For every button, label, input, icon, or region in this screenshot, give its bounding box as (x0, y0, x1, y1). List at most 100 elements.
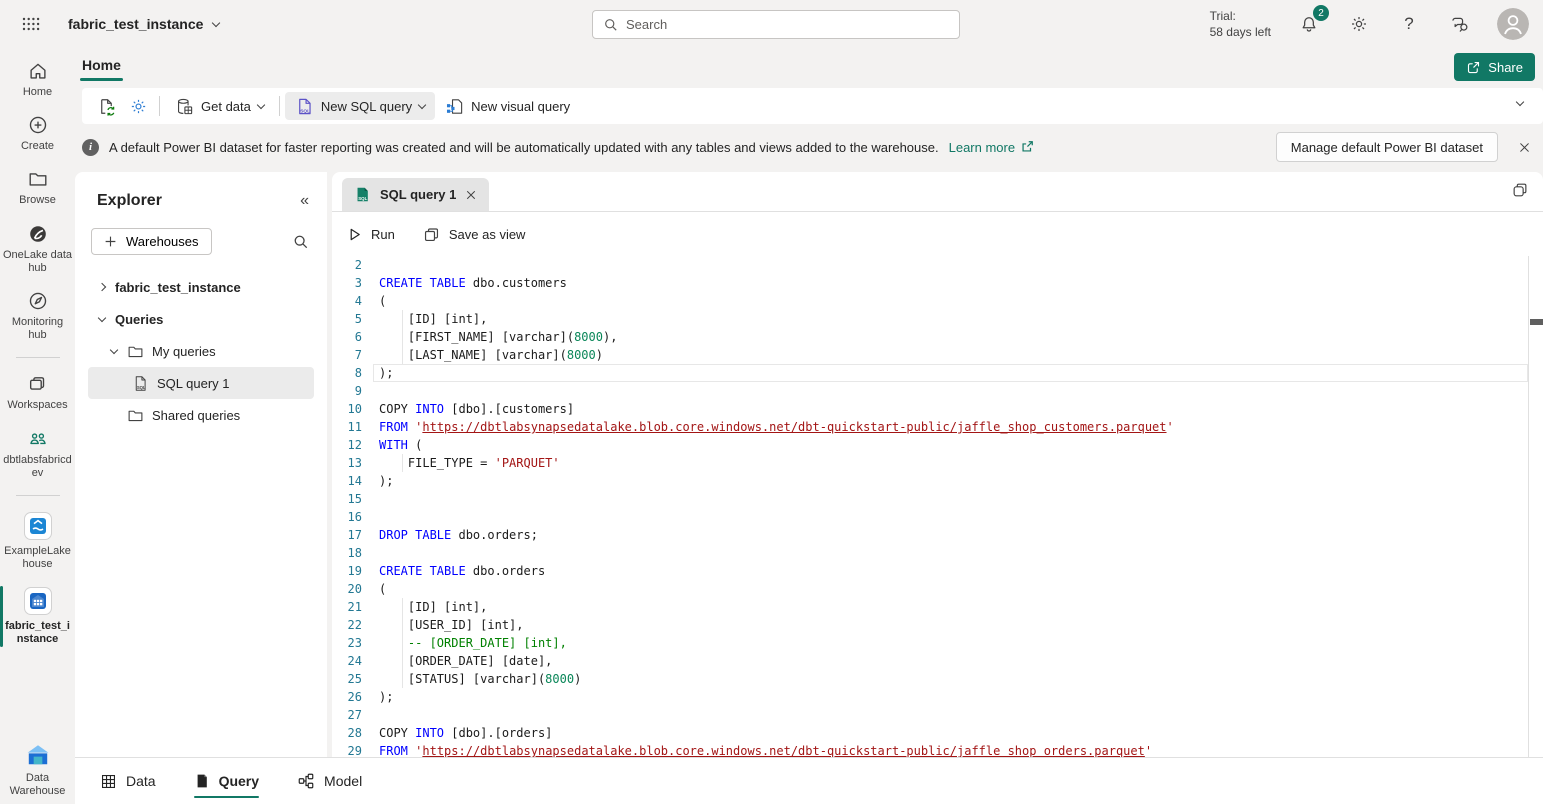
code-line-10[interactable]: 10COPY INTO [dbo].[customers] (332, 400, 1528, 418)
notifications-button[interactable]: 2 (1297, 12, 1321, 36)
workspace-name: fabric_test_instance (68, 16, 203, 32)
new-visual-query-button[interactable]: New visual query (435, 92, 580, 120)
code-line-4[interactable]: 4( (332, 292, 1528, 310)
tab-sql-query-1[interactable]: SQL SQL query 1 (342, 178, 489, 211)
code-line-6[interactable]: 6 [FIRST_NAME] [varchar](8000), (332, 328, 1528, 346)
view-tab-model[interactable]: Model (297, 758, 362, 804)
close-tab-icon[interactable] (465, 189, 477, 201)
tree-item-sql-query-1[interactable]: SQLSQL query 1 (88, 367, 314, 399)
toolbar-expand-chevron-icon[interactable] (1516, 98, 1524, 106)
settings-button[interactable] (1347, 12, 1371, 36)
manage-dataset-button[interactable]: Manage default Power BI dataset (1276, 132, 1498, 162)
feedback-icon (1449, 14, 1470, 35)
chevron-down-icon[interactable] (96, 318, 108, 321)
chevron-right-icon[interactable] (96, 284, 108, 290)
rail-item-data-warehouse[interactable]: Data Warehouse (0, 742, 75, 798)
code-line-22[interactable]: 22 [USER_ID] [int], (332, 616, 1528, 634)
code-line-26[interactable]: 26); (332, 688, 1528, 706)
explorer-search-icon[interactable] (292, 233, 309, 250)
workspaces-icon (27, 373, 49, 395)
code-text: WITH ( (379, 436, 422, 454)
add-warehouses-button[interactable]: Warehouses (91, 228, 212, 255)
run-button[interactable]: Run (347, 227, 395, 242)
new-sql-query-button[interactable]: SQL New SQL query (285, 92, 435, 120)
code-line-11[interactable]: 11FROM 'https://dbtlabsynapsedatalake.bl… (332, 418, 1528, 436)
line-number: 2 (332, 256, 362, 274)
onelake-icon (27, 223, 49, 245)
rail-item-workspaces[interactable]: Workspaces (0, 373, 75, 412)
line-number: 9 (332, 382, 362, 400)
code-line-18[interactable]: 18 (332, 544, 1528, 562)
rail-item-examplelakehouse[interactable]: ExampleLakehouse (0, 511, 75, 571)
query-settings-button[interactable] (122, 92, 154, 120)
editor-command-bar: Run Save as view (332, 212, 1543, 256)
code-line-15[interactable]: 15 (332, 490, 1528, 508)
code-line-21[interactable]: 21 [ID] [int], (332, 598, 1528, 616)
code-line-14[interactable]: 14); (332, 472, 1528, 490)
code-text: ); (379, 364, 393, 382)
rail-item-fabric-test-instance[interactable]: fabric_test_instance (0, 586, 75, 646)
share-button[interactable]: Share (1454, 53, 1535, 81)
save-as-view-icon (423, 226, 440, 243)
chevron-down-icon[interactable] (108, 350, 120, 353)
code-line-17[interactable]: 17DROP TABLE dbo.orders; (332, 526, 1528, 544)
refresh-button[interactable] (90, 92, 122, 120)
learn-more-link[interactable]: Learn more (949, 140, 1034, 155)
code-text: [ID] [int], (379, 310, 487, 328)
banner-close-icon[interactable] (1518, 141, 1531, 154)
rail-item-browse[interactable]: Browse (0, 168, 75, 207)
save-as-view-button[interactable]: Save as view (423, 226, 526, 243)
line-number: 6 (332, 328, 362, 346)
tree-item-my-queries[interactable]: My queries (88, 335, 314, 367)
view-tab-data[interactable]: Data (100, 758, 156, 804)
tree-item-shared-queries[interactable]: Shared queries (88, 399, 314, 431)
code-line-5[interactable]: 5 [ID] [int], (332, 310, 1528, 328)
code-line-13[interactable]: 13 FILE_TYPE = 'PARQUET' (332, 454, 1528, 472)
code-line-29[interactable]: 29FROM 'https://dbtlabsynapsedatalake.bl… (332, 742, 1528, 757)
code-line-8[interactable]: 8); (332, 364, 1528, 382)
avatar[interactable] (1497, 8, 1529, 40)
run-icon (347, 227, 362, 242)
code-line-19[interactable]: 19CREATE TABLE dbo.orders (332, 562, 1528, 580)
search-input[interactable] (626, 17, 949, 32)
feedback-button[interactable] (1447, 12, 1471, 36)
code-line-9[interactable]: 9 (332, 382, 1528, 400)
code-text: ( (379, 292, 386, 310)
rail-item-home[interactable]: Home (0, 60, 75, 99)
rail-item-create[interactable]: Create (0, 114, 75, 153)
code-line-24[interactable]: 24 [ORDER_DATE] [date], (332, 652, 1528, 670)
view-tab-query[interactable]: Query (194, 758, 259, 804)
collapse-panel-icon[interactable]: « (300, 192, 309, 210)
app-launcher-icon[interactable] (16, 9, 46, 39)
code-line-28[interactable]: 28COPY INTO [dbo].[orders] (332, 724, 1528, 742)
code-line-7[interactable]: 7 [LAST_NAME] [varchar](8000) (332, 346, 1528, 364)
home-icon (27, 60, 49, 82)
rail-divider (16, 495, 60, 496)
code-line-2[interactable]: 2 (332, 256, 1528, 274)
code-line-12[interactable]: 12WITH ( (332, 436, 1528, 454)
line-number: 18 (332, 544, 362, 562)
code-line-20[interactable]: 20( (332, 580, 1528, 598)
code-line-3[interactable]: 3CREATE TABLE dbo.customers (332, 274, 1528, 292)
rail-item-monitoring-hub[interactable]: Monitoring hub (0, 290, 75, 342)
sql-code-editor[interactable]: 23CREATE TABLE dbo.customers4(5 [ID] [in… (332, 256, 1528, 757)
rail-item-onelake-data-hub[interactable]: OneLake data hub (0, 223, 75, 275)
code-line-23[interactable]: 23 -- [ORDER_DATE] [int], (332, 634, 1528, 652)
sql-document-icon: SQL (295, 97, 314, 116)
editor-scrollbar[interactable] (1528, 256, 1543, 757)
tree-item-fabric-test-instance[interactable]: fabric_test_instance (88, 271, 314, 303)
workspace-switcher[interactable]: fabric_test_instance (68, 16, 219, 32)
help-button[interactable]: ? (1397, 12, 1421, 36)
copy-icon[interactable] (1511, 181, 1529, 204)
code-text: [ID] [int], (379, 598, 487, 616)
code-line-27[interactable]: 27 (332, 706, 1528, 724)
ribbon-tab-row: Home Share (0, 48, 1543, 86)
tab-home[interactable]: Home (82, 57, 121, 73)
code-line-25[interactable]: 25 [STATUS] [varchar](8000) (332, 670, 1528, 688)
rail-item-dbtlabsfabricdev[interactable]: dbtlabsfabricdev (0, 428, 75, 480)
get-data-button[interactable]: Get data (165, 92, 274, 120)
view-tab-label: Data (126, 773, 156, 789)
query-doc-icon (194, 773, 210, 789)
code-line-16[interactable]: 16 (332, 508, 1528, 526)
tree-item-queries[interactable]: Queries (88, 303, 314, 335)
